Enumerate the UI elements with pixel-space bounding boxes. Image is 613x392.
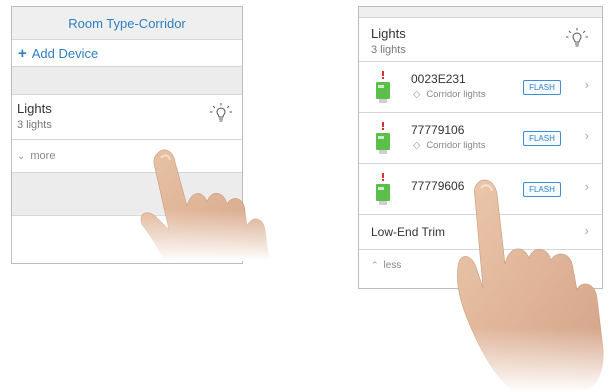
lights-group-row[interactable]: Lights 3 lights	[12, 95, 242, 140]
device-location: ◇ Corridor lights	[413, 140, 485, 151]
device-location-label: Corridor lights	[426, 89, 486, 100]
add-device-label: Add Device	[31, 45, 99, 61]
room-panel-collapsed: Room Type-Corridor + Add Device Lights 3…	[11, 6, 243, 264]
chevron-down-icon: ⌄	[17, 150, 26, 162]
device-row[interactable]: 77779606 FLASH ›	[359, 164, 602, 215]
group-count: 3 lights	[371, 44, 406, 56]
device-location-label: Corridor lights	[426, 140, 486, 151]
top-strip	[359, 7, 602, 18]
room-panel-expanded: Lights 3 lights 0023E231 ◇ Corridor light…	[358, 6, 603, 289]
device-id: 77779106	[411, 123, 465, 137]
light-bulb-icon	[210, 103, 232, 122]
device-row[interactable]: 77779106 ◇ Corridor lights FLASH ›	[359, 113, 602, 164]
flash-button[interactable]: FLASH	[523, 182, 561, 197]
chevron-right-icon[interactable]: ›	[585, 179, 589, 194]
device-module-icon	[376, 173, 390, 205]
device-id: 77779606	[411, 179, 465, 193]
section-spacer	[12, 67, 242, 95]
less-label: less	[383, 259, 402, 271]
chevron-right-icon[interactable]: ›	[585, 77, 589, 92]
more-toggle[interactable]: ⌄ more	[12, 140, 242, 173]
flash-button[interactable]: FLASH	[523, 80, 561, 95]
group-count: 3 lights	[17, 119, 52, 131]
flash-button[interactable]: FLASH	[523, 131, 561, 146]
device-module-icon	[376, 71, 390, 103]
lights-group-row[interactable]: Lights 3 lights	[359, 18, 602, 62]
device-row[interactable]: 0023E231 ◇ Corridor lights FLASH ›	[359, 62, 602, 113]
low-end-trim-label: Low-End Trim	[371, 225, 446, 239]
tag-icon: ◇	[413, 140, 421, 151]
room-title: Room Type-Corridor	[68, 15, 186, 31]
device-module-icon	[376, 122, 390, 154]
less-toggle[interactable]: ⌃ less	[359, 250, 602, 280]
chevron-right-icon[interactable]: ›	[585, 128, 589, 143]
section-spacer-bottom	[12, 173, 242, 216]
light-bulb-icon	[566, 28, 588, 47]
add-device-button[interactable]: + Add Device	[12, 40, 242, 67]
group-title: Lights	[17, 101, 52, 116]
plus-icon: +	[18, 44, 27, 62]
more-label: more	[30, 150, 56, 162]
chevron-right-icon[interactable]: ›	[585, 223, 589, 238]
device-id: 0023E231	[411, 72, 466, 86]
low-end-trim-row[interactable]: Low-End Trim ›	[359, 215, 602, 250]
chevron-up-icon: ⌃	[371, 259, 379, 270]
group-title: Lights	[371, 26, 406, 41]
device-location: ◇ Corridor lights	[413, 89, 485, 100]
tag-icon: ◇	[413, 89, 421, 100]
room-header: Room Type-Corridor	[12, 7, 242, 40]
